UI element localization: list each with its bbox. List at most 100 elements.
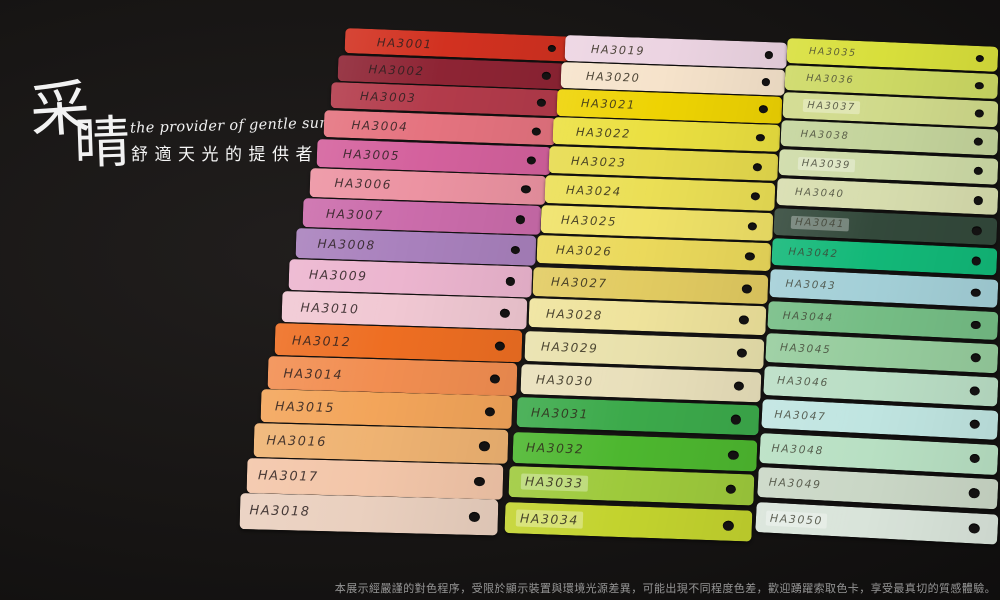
swatch-code-label: HA3023 xyxy=(571,153,627,169)
swatch-code-label: HA3020 xyxy=(586,69,641,84)
swatch-code-label: HA3009 xyxy=(309,268,368,284)
punch-hole-icon xyxy=(531,127,540,135)
swatch-code-label: HA3015 xyxy=(275,399,335,416)
swatch-code-label: HA3004 xyxy=(351,118,408,134)
color-swatch: HA3032 xyxy=(512,432,757,471)
punch-hole-icon xyxy=(974,138,983,146)
brand-logo-char-qing: 晴 xyxy=(73,115,131,173)
swatch-code-label: HA3027 xyxy=(551,275,608,291)
punch-hole-icon xyxy=(495,341,505,350)
swatch-code-label: HA3042 xyxy=(788,247,839,260)
color-swatch: HA3050 xyxy=(755,502,998,545)
swatch-code-label: HA3038 xyxy=(800,129,849,142)
punch-hole-icon xyxy=(761,78,770,86)
swatch-code-label: HA3049 xyxy=(768,476,821,492)
swatch-code-label: HA3029 xyxy=(541,339,599,355)
color-swatch: HA3026 xyxy=(537,235,772,272)
punch-hole-icon xyxy=(969,453,980,463)
swatch-code-label: HA3046 xyxy=(777,375,829,390)
swatch-code-label: HA3047 xyxy=(774,408,827,424)
punch-hole-icon xyxy=(474,476,485,486)
swatch-code-label: HA3019 xyxy=(591,42,646,57)
punch-hole-icon xyxy=(479,441,490,451)
punch-hole-icon xyxy=(739,316,749,325)
punch-hole-icon xyxy=(547,45,556,53)
swatch-code-label: HA3026 xyxy=(556,243,613,259)
punch-hole-icon xyxy=(971,320,981,329)
swatch-code-label: HA3024 xyxy=(566,183,622,199)
punch-hole-icon xyxy=(756,134,765,142)
punch-hole-icon xyxy=(742,284,752,293)
swatch-code-label: HA3016 xyxy=(266,433,327,450)
swatch-code-label: HA3037 xyxy=(803,100,860,115)
swatch-code-label: HA3014 xyxy=(283,365,343,382)
swatch-code-label: HA3006 xyxy=(334,176,392,192)
swatch-code-label: HA3032 xyxy=(526,440,585,456)
punch-hole-icon xyxy=(537,99,546,107)
punch-hole-icon xyxy=(759,106,768,114)
swatch-code-label: HA3039 xyxy=(797,157,855,173)
swatch-code-label: HA3044 xyxy=(783,310,835,324)
brand-tagline-english: the provider of gentle sunlight xyxy=(130,115,330,136)
punch-hole-icon xyxy=(745,253,755,262)
swatch-code-label: HA3034 xyxy=(516,509,583,528)
punch-hole-icon xyxy=(970,386,981,396)
swatch-code-label: HA3033 xyxy=(521,474,588,492)
punch-hole-icon xyxy=(969,419,980,429)
punch-hole-icon xyxy=(731,415,742,425)
punch-hole-icon xyxy=(764,51,773,59)
swatch-code-label: HA3036 xyxy=(806,73,855,86)
punch-hole-icon xyxy=(490,374,500,383)
punch-hole-icon xyxy=(728,450,739,460)
swatch-code-label: HA3043 xyxy=(785,278,836,292)
punch-hole-icon xyxy=(975,55,984,63)
punch-hole-icon xyxy=(972,257,982,266)
color-swatch: HA3016 xyxy=(254,423,508,464)
swatch-code-label: HA3025 xyxy=(561,213,618,229)
punch-hole-icon xyxy=(971,288,981,297)
punch-hole-icon xyxy=(968,523,979,533)
swatch-code-label: HA3012 xyxy=(292,332,352,349)
swatch-code-label: HA3035 xyxy=(809,46,857,59)
color-swatch: HA3034 xyxy=(504,502,752,542)
punch-hole-icon xyxy=(521,185,531,194)
punch-hole-icon xyxy=(734,381,744,390)
swatch-code-label: HA3050 xyxy=(765,510,827,528)
punch-hole-icon xyxy=(973,196,983,205)
swatch-code-label: HA3018 xyxy=(249,503,310,520)
color-swatch: HA3018 xyxy=(240,493,499,535)
footer-disclaimer: 本展示經嚴謹的對色程序，受限於顯示裝置與環境光源差異，可能出現不同程度色差，歡迎… xyxy=(335,580,996,596)
color-swatch: HA3017 xyxy=(247,458,504,499)
punch-hole-icon xyxy=(750,192,760,201)
swatch-code-label: HA3021 xyxy=(581,96,636,112)
color-swatch: HA3027 xyxy=(532,267,768,304)
punch-hole-icon xyxy=(505,277,515,286)
swatch-code-label: HA3007 xyxy=(326,206,384,222)
punch-hole-icon xyxy=(736,348,746,357)
swatch-code-label: HA3003 xyxy=(360,89,417,105)
punch-hole-icon xyxy=(484,407,495,417)
swatch-code-label: HA3022 xyxy=(576,124,632,140)
swatch-code-label: HA3001 xyxy=(377,35,433,51)
swatch-code-label: HA3040 xyxy=(794,187,844,200)
brand-logo: 采 晴 the provider of gentle sunlight 舒適天光… xyxy=(30,78,330,318)
punch-hole-icon xyxy=(500,308,510,317)
swatch-code-label: HA3031 xyxy=(531,406,589,422)
color-swatch: HA3030 xyxy=(520,364,761,402)
swatch-code-label: HA3008 xyxy=(317,237,376,253)
swatch-code-label: HA3002 xyxy=(368,62,425,78)
color-swatch: HA3028 xyxy=(528,298,766,335)
color-swatch: HA3033 xyxy=(508,466,754,505)
swatch-code-label: HA3048 xyxy=(771,442,824,458)
swatch-code-label: HA3010 xyxy=(300,299,359,316)
punch-hole-icon xyxy=(973,167,982,175)
punch-hole-icon xyxy=(968,488,979,498)
punch-hole-icon xyxy=(526,156,535,164)
swatch-code-label: HA3030 xyxy=(536,372,594,388)
swatch-code-label: HA3041 xyxy=(791,216,849,232)
punch-hole-icon xyxy=(516,215,526,224)
color-swatch: HA3047 xyxy=(761,399,998,440)
color-card-poster: 采 晴 the provider of gentle sunlight 舒適天光… xyxy=(0,0,1000,600)
punch-hole-icon xyxy=(970,353,980,362)
punch-hole-icon xyxy=(748,222,758,231)
